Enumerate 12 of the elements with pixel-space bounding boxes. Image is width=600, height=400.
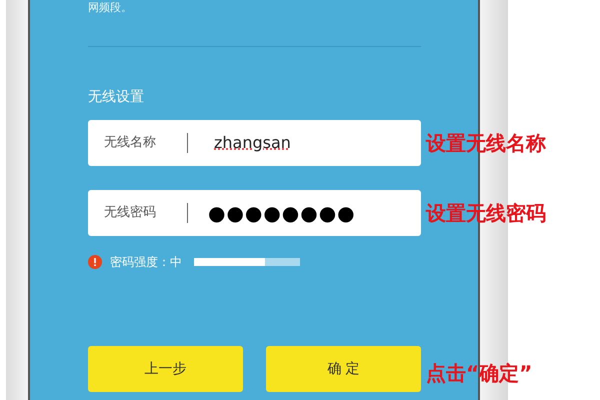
field-value: zhangsan bbox=[214, 132, 291, 154]
section-title: 无线设置 bbox=[88, 88, 145, 107]
step-button[interactable]: 确 定 bbox=[266, 346, 421, 392]
field-value: ●●●●●●●● bbox=[208, 200, 356, 227]
field-label: 无线名称 bbox=[88, 133, 188, 153]
field-label: 无线密码 bbox=[88, 203, 188, 223]
intro-text: 网频段。 bbox=[88, 1, 133, 15]
input-field[interactable]: 无线名称 zhangsan bbox=[88, 120, 421, 166]
strength-label: 密码强度：中 bbox=[110, 254, 182, 271]
warning-icon bbox=[88, 255, 102, 269]
input-field[interactable]: 无线密码 ●●●●●●●● bbox=[88, 190, 421, 236]
step-button[interactable]: 上一步 bbox=[88, 346, 243, 392]
